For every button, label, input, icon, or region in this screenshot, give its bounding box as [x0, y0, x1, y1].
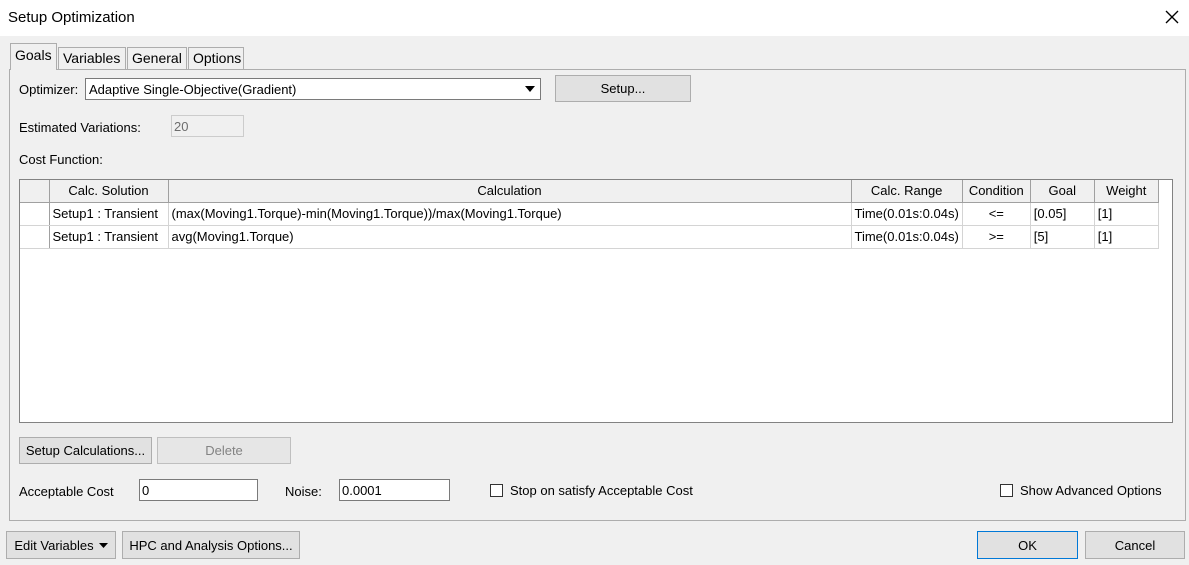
tab-variables[interactable]: Variables: [58, 47, 126, 69]
setup-button[interactable]: Setup...: [555, 75, 691, 102]
estimated-variations-field: 20: [171, 115, 244, 137]
optimizer-select[interactable]: Adaptive Single-Objective(Gradient): [85, 78, 541, 100]
noise-label: Noise:: [285, 484, 322, 499]
title-bar: Setup Optimization: [0, 0, 1189, 36]
column-header-condition[interactable]: Condition: [962, 180, 1031, 203]
tab-goals[interactable]: Goals: [10, 43, 57, 70]
cell-calc-range[interactable]: Time(0.01s:0.04s): [851, 225, 963, 249]
setup-calculations-button[interactable]: Setup Calculations...: [19, 437, 152, 464]
column-header-calc-range[interactable]: Calc. Range: [851, 180, 963, 203]
row-header-corner: [20, 180, 50, 203]
cell-calc-solution[interactable]: Setup1 : Transient: [49, 225, 169, 249]
column-header-goal[interactable]: Goal: [1030, 180, 1095, 203]
estimated-variations-label: Estimated Variations:: [19, 120, 141, 135]
show-advanced-options-checkbox[interactable]: [1000, 484, 1013, 497]
column-header-calc-solution[interactable]: Calc. Solution: [49, 180, 169, 203]
cell-goal[interactable]: [5]: [1030, 225, 1095, 249]
tab-options[interactable]: Options: [188, 47, 244, 69]
window-title: Setup Optimization: [8, 9, 135, 26]
ok-button[interactable]: OK: [977, 531, 1078, 559]
stop-on-satisfy-label[interactable]: Stop on satisfy Acceptable Cost: [510, 483, 693, 498]
stop-on-satisfy-checkbox[interactable]: [490, 484, 503, 497]
cell-calc-solution[interactable]: Setup1 : Transient: [49, 202, 169, 226]
tab-general[interactable]: General: [127, 47, 187, 69]
cost-function-label: Cost Function:: [19, 152, 103, 167]
acceptable-cost-label: Acceptable Cost: [19, 484, 114, 499]
delete-button: Delete: [157, 437, 291, 464]
close-button[interactable]: [1155, 0, 1189, 34]
table-header-row: Calc. Solution Calculation Calc. Range C…: [20, 180, 1159, 203]
cell-goal[interactable]: [0.05]: [1030, 202, 1095, 226]
show-advanced-options-label[interactable]: Show Advanced Options: [1020, 483, 1162, 498]
cell-calculation[interactable]: (max(Moving1.Torque)-min(Moving1.Torque)…: [168, 202, 852, 226]
cell-condition[interactable]: >=: [962, 225, 1031, 249]
chevron-down-icon[interactable]: [521, 80, 539, 98]
row-header[interactable]: [20, 202, 50, 226]
cost-function-table[interactable]: Calc. Solution Calculation Calc. Range C…: [19, 179, 1173, 423]
optimizer-value: Adaptive Single-Objective(Gradient): [89, 82, 297, 97]
column-header-calculation[interactable]: Calculation: [168, 180, 852, 203]
optimizer-label: Optimizer:: [19, 82, 79, 97]
table-row[interactable]: Setup1 : Transient avg(Moving1.Torque) T…: [20, 225, 1159, 249]
column-header-weight[interactable]: Weight: [1094, 180, 1159, 203]
cell-calculation[interactable]: avg(Moving1.Torque): [168, 225, 852, 249]
edit-variables-button[interactable]: Edit Variables: [6, 531, 116, 559]
cancel-button[interactable]: Cancel: [1085, 531, 1185, 559]
table-row[interactable]: Setup1 : Transient (max(Moving1.Torque)-…: [20, 202, 1159, 226]
acceptable-cost-field[interactable]: 0: [139, 479, 258, 501]
row-header[interactable]: [20, 225, 50, 249]
edit-variables-label: Edit Variables: [14, 537, 94, 553]
cell-condition[interactable]: <=: [962, 202, 1031, 226]
cell-weight[interactable]: [1]: [1094, 202, 1159, 226]
noise-field[interactable]: 0.0001: [339, 479, 450, 501]
cell-weight[interactable]: [1]: [1094, 225, 1159, 249]
close-icon: [1165, 10, 1179, 24]
dropdown-arrow-icon: [98, 542, 108, 548]
hpc-analysis-options-button[interactable]: HPC and Analysis Options...: [122, 531, 300, 559]
cell-calc-range[interactable]: Time(0.01s:0.04s): [851, 202, 963, 226]
